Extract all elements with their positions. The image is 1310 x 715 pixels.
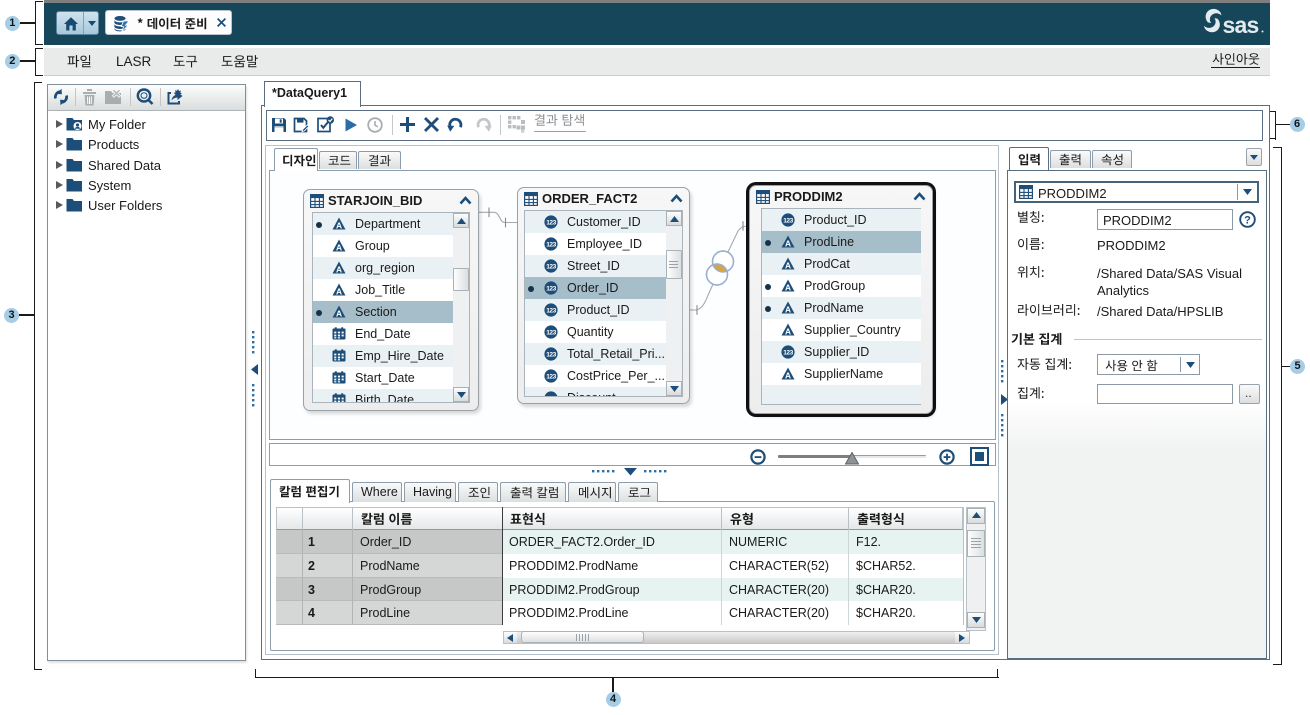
svg-text:A: A: [336, 242, 342, 252]
svg-text:123: 123: [783, 218, 793, 225]
svg-text:123: 123: [546, 330, 556, 337]
svg-text:123: 123: [783, 350, 793, 357]
svg-text:123: 123: [546, 374, 556, 381]
svg-text:A: A: [336, 286, 342, 296]
svg-text:123: 123: [546, 352, 556, 359]
svg-text:A: A: [785, 282, 791, 292]
svg-text:123: 123: [546, 286, 556, 293]
svg-text:A: A: [336, 220, 342, 230]
svg-text:123: 123: [546, 220, 556, 227]
svg-text:A: A: [785, 260, 791, 270]
svg-text:A: A: [785, 238, 791, 248]
svg-text:sas: sas: [1223, 12, 1259, 38]
svg-text:A: A: [336, 264, 342, 274]
svg-text:?: ?: [1244, 215, 1251, 227]
svg-text:123: 123: [546, 242, 556, 249]
svg-text:123: 123: [546, 264, 556, 271]
svg-text:A: A: [785, 370, 791, 380]
svg-text:A: A: [336, 308, 342, 318]
svg-text:A: A: [785, 304, 791, 314]
svg-text:A: A: [785, 326, 791, 336]
svg-text:123: 123: [546, 308, 556, 315]
